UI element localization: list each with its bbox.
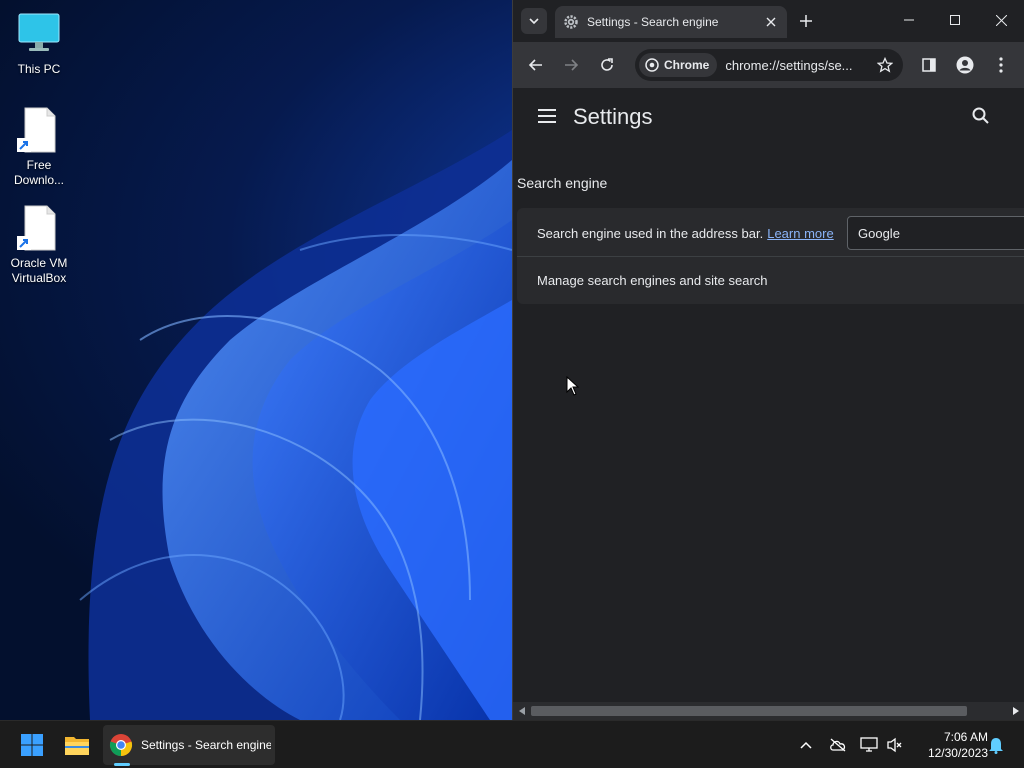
file-explorer-button[interactable]	[61, 729, 93, 761]
side-panel-icon	[922, 58, 936, 72]
chrome-window: Settings - Search engine Chrome chrome:/…	[512, 0, 1024, 720]
taskbar: Settings - Search engine 7:06 AM 12/30/2…	[0, 720, 1024, 768]
side-panel-button[interactable]	[915, 51, 943, 79]
minimize-icon	[904, 19, 914, 21]
close-icon	[995, 14, 1007, 26]
url-text: chrome://settings/se...	[725, 57, 853, 73]
desktop-icon-virtualbox[interactable]: Oracle VM VirtualBox	[3, 204, 75, 286]
volume-tray-button[interactable]	[885, 735, 905, 755]
clock-date: 12/30/2023	[927, 746, 988, 760]
chrome-logo-icon	[645, 58, 659, 72]
tab-strip: Settings - Search engine	[513, 0, 1024, 42]
mouse-cursor-icon	[566, 376, 580, 396]
desktop-icon-label: Oracle VM VirtualBox	[10, 256, 68, 285]
tab-close-button[interactable]	[761, 12, 781, 32]
hamburger-menu-icon[interactable]	[535, 106, 559, 126]
windows-logo-icon	[21, 734, 43, 756]
tab-title: Settings - Search engine	[587, 15, 719, 29]
row-label: Manage search engines and site search	[537, 273, 768, 288]
browser-toolbar: Chrome chrome://settings/se...	[513, 42, 1024, 88]
taskbar-clock[interactable]: 7:06 AM 12/30/2023	[912, 729, 988, 761]
cloud-offline-icon	[830, 738, 846, 752]
clock-time: 7:06 AM	[943, 730, 988, 744]
close-icon	[766, 17, 776, 27]
gear-icon	[564, 15, 578, 29]
star-icon	[877, 57, 893, 73]
tab-settings[interactable]: Settings - Search engine	[555, 6, 787, 38]
shortcut-file-icon	[15, 204, 63, 252]
menu-button[interactable]	[987, 51, 1015, 79]
monitor-icon	[15, 10, 63, 58]
page-title: Settings	[573, 104, 653, 129]
row-description: Search engine used in the address bar.	[537, 226, 764, 241]
kebab-menu-icon	[999, 57, 1003, 73]
desktop-icon-free-download[interactable]: Free Downlo...	[3, 106, 75, 188]
new-tab-button[interactable]	[795, 10, 817, 32]
chip-label: Chrome	[664, 58, 710, 72]
bell-icon	[989, 738, 1003, 754]
scroll-left-arrow[interactable]	[516, 705, 528, 717]
profile-button[interactable]	[951, 51, 979, 79]
network-icon	[860, 737, 878, 752]
desktop-icon-this-pc[interactable]: This PC	[3, 10, 75, 77]
notifications-button[interactable]	[986, 735, 1006, 755]
manage-search-engines-row[interactable]: Manage search engines and site search	[517, 257, 1024, 304]
settings-page: Settings Search engine Search engine use…	[513, 88, 1024, 702]
taskbar-chrome-label: Settings - Search engine	[141, 738, 271, 752]
search-engine-select[interactable]: Google	[847, 216, 1024, 250]
row-label: Search engine used in the address bar. Le…	[537, 226, 834, 241]
show-hidden-icons-button[interactable]	[796, 735, 816, 755]
chrome-chip[interactable]: Chrome	[639, 53, 718, 77]
tab-search-button[interactable]	[521, 8, 547, 34]
folder-icon	[65, 737, 89, 755]
scrollbar-thumb[interactable]	[531, 706, 967, 716]
back-button[interactable]	[522, 51, 550, 79]
learn-more-link[interactable]: Learn more	[767, 226, 833, 241]
address-bar[interactable]: Chrome chrome://settings/se...	[635, 49, 903, 81]
chevron-up-icon	[800, 741, 812, 749]
start-button[interactable]	[16, 729, 48, 761]
maximize-button[interactable]	[932, 0, 978, 40]
desktop-icon-label: Free Downlo...	[13, 158, 65, 187]
arrow-left-icon	[528, 59, 542, 71]
search-icon[interactable]	[971, 106, 991, 126]
network-tray-button[interactable]	[859, 735, 879, 755]
arrow-right-icon	[565, 59, 579, 71]
chevron-down-icon	[529, 18, 539, 25]
plus-icon	[800, 15, 812, 27]
horizontal-scrollbar[interactable]	[513, 702, 1024, 720]
active-app-indicator	[114, 763, 130, 766]
maximize-icon	[950, 15, 960, 25]
bookmark-star-button[interactable]	[875, 55, 895, 75]
taskbar-chrome-button[interactable]: Settings - Search engine	[103, 725, 275, 765]
search-engine-card: Search engine used in the address bar. Le…	[517, 208, 1024, 304]
minimize-button[interactable]	[886, 0, 932, 40]
reload-button[interactable]	[593, 51, 621, 79]
scroll-right-arrow[interactable]	[1010, 705, 1022, 717]
desktop-icon-label: This PC	[17, 62, 61, 76]
onedrive-tray-button[interactable]	[828, 735, 848, 755]
speaker-muted-icon	[887, 737, 902, 753]
search-engine-row: Search engine used in the address bar. Le…	[517, 208, 1024, 257]
shortcut-file-icon	[15, 106, 63, 154]
triangle-right-icon	[1013, 707, 1019, 715]
section-title: Search engine	[517, 175, 608, 191]
profile-icon	[956, 56, 974, 74]
reload-icon	[601, 58, 613, 71]
chrome-logo-icon	[109, 734, 133, 757]
close-window-button[interactable]	[978, 0, 1024, 40]
forward-button[interactable]	[557, 51, 585, 79]
triangle-left-icon	[519, 707, 525, 715]
